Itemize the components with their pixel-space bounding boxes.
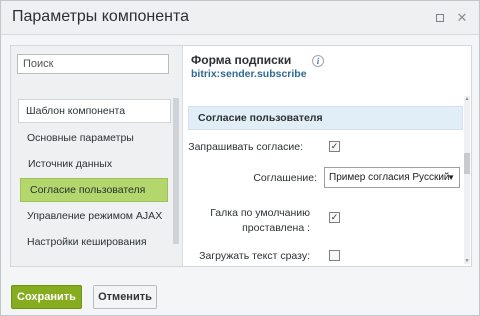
sidebar-item-template[interactable]: Шаблон компонента (18, 99, 171, 123)
default-checked-label-line1: Галка по умолчанию (210, 207, 310, 219)
scroll-up-icon[interactable]: ▲ (464, 96, 470, 102)
default-checked-checkbox[interactable]: ✓ (329, 212, 340, 223)
dialog-titlebar[interactable]: Параметры компонента ✕ (1, 1, 479, 35)
sidebar-item-ajax[interactable]: Управление режимом AJAX (27, 204, 162, 228)
panel-scrollbar[interactable]: ▲ ▼ (464, 96, 470, 264)
component-code: bitrix:sender.subscribe (191, 68, 307, 80)
sidebar: Шаблон компонента Основные параметры Ист… (11, 46, 183, 266)
component-title: Форма подписки (191, 53, 292, 67)
sidebar-scrollbar-thumb[interactable] (173, 98, 179, 244)
info-icon[interactable]: i (312, 55, 324, 67)
dropdown-arrow-icon: ▼ (447, 173, 455, 182)
request-consent-label: Запрашивать согласие: (188, 141, 303, 153)
scroll-down-icon[interactable]: ▼ (464, 258, 470, 264)
component-parameters-dialog: Параметры компонента ✕ Шаблон компонента… (0, 0, 480, 316)
sidebar-scrollbar[interactable] (173, 98, 179, 244)
sidebar-item-data-source[interactable]: Источник данных (28, 152, 112, 176)
sidebar-item-user-consent[interactable]: Согласие пользователя (20, 178, 168, 202)
search-input[interactable] (17, 54, 169, 74)
request-consent-checkbox[interactable]: ✓ (329, 141, 340, 152)
save-button[interactable]: Сохранить (11, 285, 82, 309)
restore-icon[interactable] (434, 12, 446, 24)
panel-scrollbar-thumb[interactable] (464, 153, 470, 174)
agreement-select[interactable]: Пример согласия Русский ▼ (324, 167, 460, 188)
settings-panel: Форма подписки i bitrix:sender.subscribe… (184, 46, 471, 266)
load-text-checkbox[interactable] (329, 250, 340, 261)
section-header-user-consent[interactable]: Согласие пользователя (188, 106, 463, 130)
cancel-button[interactable]: Отменить (93, 285, 157, 309)
default-checked-label-line2: проставлена : (242, 222, 310, 234)
dialog-title: Параметры компонента (12, 8, 189, 25)
sidebar-item-main-params[interactable]: Основные параметры (27, 126, 134, 150)
close-icon[interactable]: ✕ (456, 11, 468, 24)
load-text-label: Загружать текст сразу: (199, 250, 310, 262)
default-checked-label: Галка по умолчанию проставлена : (184, 206, 310, 236)
agreement-select-value: Пример согласия Русский (329, 172, 450, 183)
dialog-content: Шаблон компонента Основные параметры Ист… (10, 45, 472, 267)
sidebar-item-caching[interactable]: Настройки кеширования (27, 230, 147, 254)
agreement-label: Соглашение: (253, 172, 317, 184)
